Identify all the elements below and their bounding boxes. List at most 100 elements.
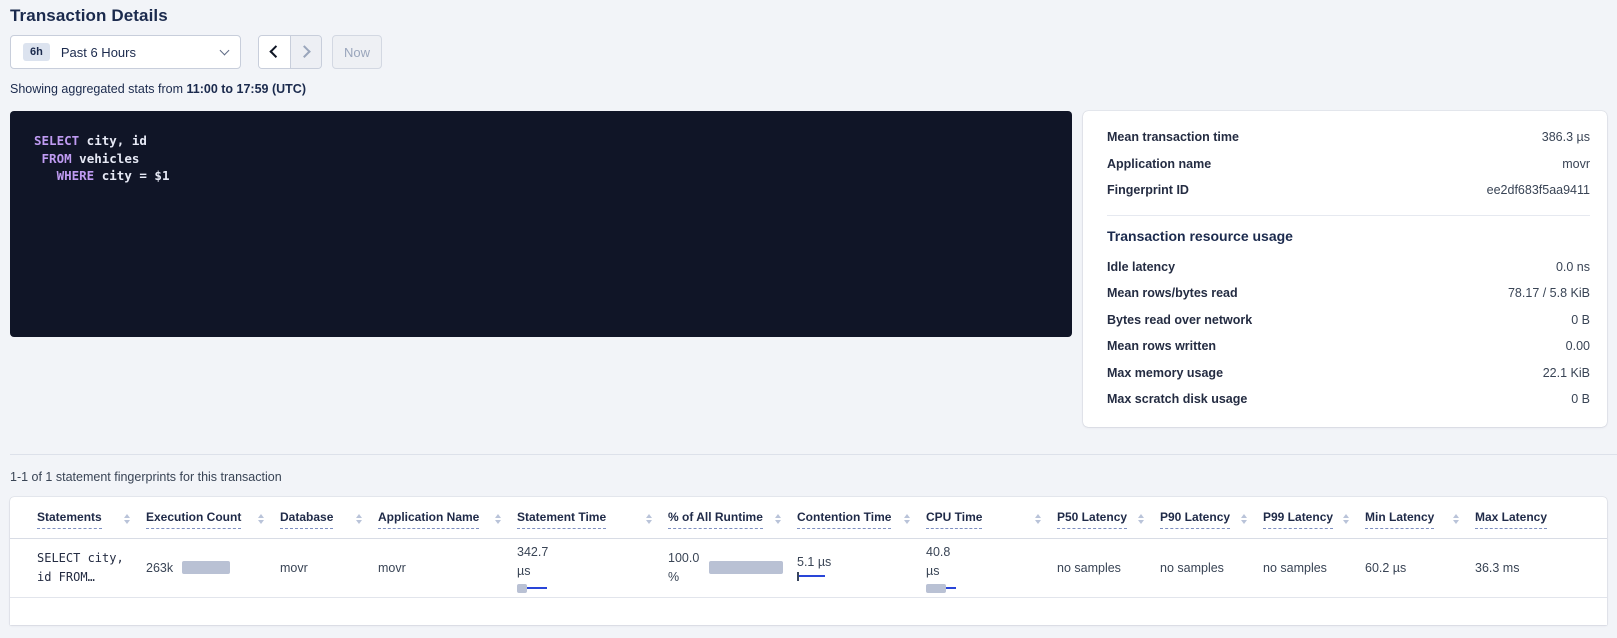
- field-value: movr: [1562, 157, 1590, 171]
- summary-field-row: Application name movr: [1107, 151, 1590, 178]
- sort-icon[interactable]: [646, 514, 652, 524]
- time-controls: 6h Past 6 Hours Now: [10, 35, 1607, 69]
- statement-fingerprint-link[interactable]: SELECT city, id FROM…: [37, 549, 132, 587]
- table-header-row: Statements Execution Count Database Appl…: [10, 497, 1607, 539]
- transaction-details-page: Transaction Details 6h Past 6 Hours Now …: [0, 0, 1617, 638]
- contention-time-bar-chart: [797, 572, 825, 581]
- sort-icon[interactable]: [1138, 514, 1144, 524]
- col-header-statement-time[interactable]: Statement Time: [517, 497, 668, 539]
- aggregation-caption: Showing aggregated stats from 11:00 to 1…: [10, 82, 1607, 96]
- sql-indent: [34, 168, 57, 183]
- resource-field-row: Max memory usage 22.1 KiB: [1107, 360, 1590, 387]
- section-divider: [10, 454, 1617, 455]
- runtime-pct-value: 100.0: [668, 549, 699, 568]
- main-area: SELECT city, id FROM vehicles WHERE city…: [10, 111, 1607, 427]
- p90-latency-cell: no samples: [1160, 538, 1263, 597]
- col-header-p99-latency[interactable]: P99 Latency: [1263, 497, 1365, 539]
- sql-keyword: WHERE: [57, 168, 95, 183]
- statements-table-card: Statements Execution Count Database Appl…: [10, 497, 1607, 625]
- runtime-pct-bar: [709, 561, 783, 574]
- resource-field-row: Mean rows written 0.00: [1107, 333, 1590, 360]
- col-label[interactable]: Max Latency: [1475, 510, 1547, 529]
- sql-statement-box: SELECT city, id FROM vehicles WHERE city…: [10, 111, 1072, 337]
- field-label: Mean rows/bytes read: [1107, 286, 1238, 300]
- field-label: Mean rows written: [1107, 339, 1216, 353]
- col-label[interactable]: Statement Time: [517, 510, 606, 529]
- resource-field-row: Max scratch disk usage 0 B: [1107, 386, 1590, 413]
- col-header-p90-latency[interactable]: P90 Latency: [1160, 497, 1263, 539]
- time-range-badge: 6h: [23, 43, 50, 61]
- col-label[interactable]: Min Latency: [1365, 510, 1434, 529]
- col-label[interactable]: CPU Time: [926, 510, 982, 529]
- sort-icon[interactable]: [1343, 514, 1349, 524]
- database-cell: movr: [280, 538, 378, 597]
- execution-count-value: 263k: [146, 561, 173, 575]
- prev-time-button[interactable]: [259, 36, 290, 68]
- sql-keyword: FROM: [42, 151, 72, 166]
- col-label[interactable]: Statements: [37, 510, 102, 529]
- sort-icon[interactable]: [775, 514, 781, 524]
- cpu-time-bar-chart: [926, 584, 956, 593]
- sql-keyword: SELECT: [34, 133, 79, 148]
- statement-cell[interactable]: SELECT city, id FROM…: [10, 538, 146, 597]
- field-label: Max memory usage: [1107, 366, 1223, 380]
- col-label[interactable]: Application Name: [378, 510, 479, 529]
- sort-icon[interactable]: [124, 514, 130, 524]
- sort-icon[interactable]: [495, 514, 501, 524]
- time-step-buttons: [258, 35, 322, 69]
- resource-usage-title: Transaction resource usage: [1107, 228, 1590, 244]
- field-label: Bytes read over network: [1107, 313, 1252, 327]
- col-header-execution-count[interactable]: Execution Count: [146, 497, 280, 539]
- p50-latency-cell: no samples: [1057, 538, 1160, 597]
- chevron-left-icon: [270, 46, 283, 59]
- col-label[interactable]: P99 Latency: [1263, 510, 1333, 529]
- sql-indent: [34, 151, 42, 166]
- col-header-cpu-time[interactable]: CPU Time: [926, 497, 1057, 539]
- chevron-down-icon: [220, 46, 230, 56]
- col-header-p50-latency[interactable]: P50 Latency: [1057, 497, 1160, 539]
- sort-icon[interactable]: [356, 514, 362, 524]
- col-label[interactable]: % of All Runtime: [668, 510, 763, 529]
- col-header-min-latency[interactable]: Min Latency: [1365, 497, 1475, 539]
- page-title: Transaction Details: [10, 6, 1607, 26]
- next-time-button[interactable]: [290, 36, 321, 68]
- sort-icon[interactable]: [904, 514, 910, 524]
- col-header-contention-time[interactable]: Contention Time: [797, 497, 926, 539]
- sql-text: city = $1: [94, 168, 169, 183]
- col-header-application-name[interactable]: Application Name: [378, 497, 517, 539]
- col-label[interactable]: P50 Latency: [1057, 510, 1127, 529]
- sort-icon[interactable]: [258, 514, 264, 524]
- field-value: 0.00: [1566, 339, 1590, 353]
- statements-table: Statements Execution Count Database Appl…: [10, 497, 1607, 598]
- application-name-cell: movr: [378, 538, 517, 597]
- col-header-statements[interactable]: Statements: [10, 497, 146, 539]
- col-header-runtime-pct[interactable]: % of All Runtime: [668, 497, 797, 539]
- sort-icon[interactable]: [1453, 514, 1459, 524]
- cpu-time-cell: 40.8 µs: [926, 538, 1057, 597]
- aggregation-caption-prefix: Showing aggregated stats from: [10, 82, 187, 96]
- col-label[interactable]: Database: [280, 510, 333, 529]
- statement-time-cell: 342.7 µs: [517, 538, 668, 597]
- statement-row: SELECT city, id FROM… 263k movr movr 342…: [10, 538, 1607, 597]
- col-header-max-latency[interactable]: Max Latency: [1475, 497, 1607, 539]
- contention-time-cell: 5.1 µs: [797, 538, 926, 597]
- cpu-time-unit: µs: [926, 562, 1043, 581]
- cpu-time-value: 40.8: [926, 543, 1043, 562]
- time-range-dropdown[interactable]: 6h Past 6 Hours: [10, 35, 241, 69]
- col-header-database[interactable]: Database: [280, 497, 378, 539]
- execution-count-bar: [182, 561, 230, 574]
- sql-code: SELECT city, id FROM vehicles WHERE city…: [34, 132, 1048, 185]
- resource-field-row: Mean rows/bytes read 78.17 / 5.8 KiB: [1107, 280, 1590, 307]
- statement-time-bar-chart: [517, 584, 547, 593]
- p99-latency-cell: no samples: [1263, 538, 1365, 597]
- col-label[interactable]: P90 Latency: [1160, 510, 1230, 529]
- sort-icon[interactable]: [1241, 514, 1247, 524]
- sort-icon[interactable]: [1035, 514, 1041, 524]
- col-label[interactable]: Execution Count: [146, 510, 241, 529]
- field-value: ee2df683f5aa9411: [1487, 183, 1590, 197]
- col-label[interactable]: Contention Time: [797, 510, 891, 529]
- statement-time-unit: µs: [517, 562, 654, 581]
- field-label: Fingerprint ID: [1107, 183, 1189, 197]
- now-button[interactable]: Now: [332, 35, 382, 69]
- field-label: Idle latency: [1107, 260, 1175, 274]
